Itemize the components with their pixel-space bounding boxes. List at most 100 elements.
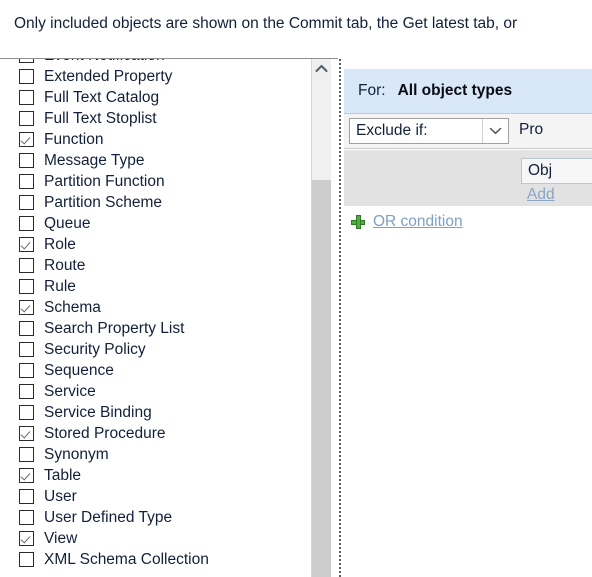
list-item-label: Synonym (44, 445, 109, 463)
list-item-label: Service Binding (44, 403, 152, 421)
checkbox-unchecked[interactable] (19, 279, 34, 294)
list-item[interactable]: Search Property List (0, 318, 310, 339)
checkbox-unchecked[interactable] (19, 216, 34, 231)
object-field[interactable]: Obj (521, 158, 592, 184)
list-item-label: Schema (44, 298, 101, 316)
list-item-label: Search Property List (44, 319, 185, 337)
list-item[interactable]: Route (0, 255, 310, 276)
chevron-down-icon (489, 127, 502, 135)
checkbox-checked[interactable] (19, 468, 34, 483)
chevron-up-icon (315, 64, 328, 73)
checkbox-unchecked[interactable] (19, 258, 34, 273)
list-item[interactable]: Partition Scheme (0, 192, 310, 213)
info-banner: Only included objects are shown on the C… (0, 0, 592, 56)
list-item[interactable]: User Defined Type (0, 507, 310, 528)
scroll-up-button[interactable] (312, 59, 331, 78)
list-item[interactable]: Event Notification (0, 59, 310, 66)
object-field-value: Obj (528, 162, 553, 179)
list-item-label: Rule (44, 277, 76, 295)
checkbox-unchecked[interactable] (19, 195, 34, 210)
object-type-list-panel: Event NotificationExtended Property Full … (0, 59, 338, 577)
object-type-list-viewport: Event NotificationExtended Property Full … (0, 59, 310, 577)
exclude-if-value: Exclude if: (356, 122, 428, 139)
checkbox-checked[interactable] (19, 300, 34, 315)
list-item-label: Partition Scheme (44, 193, 163, 211)
filter-for-label: For: (358, 82, 386, 99)
list-item[interactable]: Synonym (0, 444, 310, 465)
checkbox-checked[interactable] (19, 132, 34, 147)
checkbox-unchecked[interactable] (19, 489, 34, 504)
list-item[interactable]: Rule (0, 276, 310, 297)
info-banner-text: Only included objects are shown on the C… (14, 15, 518, 32)
checkbox-unchecked[interactable] (19, 174, 34, 189)
checkbox-unchecked[interactable] (19, 405, 34, 420)
filter-for-header: For: All object types (344, 69, 592, 113)
checkbox-unchecked[interactable] (19, 59, 34, 63)
checkbox-unchecked[interactable] (19, 447, 34, 462)
checkbox-checked[interactable] (19, 531, 34, 546)
plus-icon (351, 215, 365, 229)
list-item[interactable]: User (0, 486, 310, 507)
list-item-label: User (44, 487, 77, 505)
filter-toolbar: Exclude if: Pro (344, 113, 592, 149)
list-item-label: Full Text Stoplist (44, 109, 157, 127)
list-item[interactable]: Schema (0, 297, 310, 318)
list-item-label: Extended Property (44, 67, 173, 85)
list-item-label: Queue (44, 214, 91, 232)
checkbox-unchecked[interactable] (19, 363, 34, 378)
list-item-label: Security Policy (44, 340, 146, 358)
list-item-label: Route (44, 256, 86, 274)
checkbox-unchecked[interactable] (19, 342, 34, 357)
list-item[interactable]: Full Text Catalog (0, 87, 310, 108)
list-item[interactable]: Function (0, 129, 310, 150)
list-item[interactable]: Sequence (0, 360, 310, 381)
list-item[interactable]: Message Type (0, 150, 310, 171)
list-item[interactable]: XML Schema Collection (0, 549, 310, 570)
checkbox-checked[interactable] (19, 237, 34, 252)
list-item-label: Service (44, 382, 96, 400)
list-item[interactable]: View (0, 528, 310, 549)
checkbox-unchecked[interactable] (19, 69, 34, 84)
list-item-label: Role (44, 235, 76, 253)
or-condition-link[interactable]: OR condition (373, 212, 463, 232)
object-list-scrollbar[interactable] (311, 59, 331, 577)
panel-splitter[interactable] (337, 59, 343, 577)
object-type-list: Event NotificationExtended Property Full … (0, 59, 310, 570)
filter-for-value: All object types (397, 82, 513, 99)
list-item[interactable]: Queue (0, 213, 310, 234)
checkbox-unchecked[interactable] (19, 321, 34, 336)
list-item[interactable]: Full Text Stoplist (0, 108, 310, 129)
exclude-if-dropdown[interactable]: Exclude if: (349, 118, 509, 144)
property-column-header: Pro (519, 121, 544, 138)
list-item-label: Partition Function (44, 172, 165, 190)
list-item-label: Message Type (44, 151, 145, 169)
add-link[interactable]: Add (527, 185, 555, 205)
checkbox-unchecked[interactable] (19, 111, 34, 126)
list-item[interactable]: Role (0, 234, 310, 255)
checkbox-unchecked[interactable] (19, 384, 34, 399)
list-item-label: XML Schema Collection (44, 550, 209, 568)
checkbox-unchecked[interactable] (19, 90, 34, 105)
list-item-label: Sequence (44, 361, 114, 379)
checkbox-unchecked[interactable] (19, 510, 34, 525)
checkbox-unchecked[interactable] (19, 153, 34, 168)
list-item-label: Function (44, 130, 104, 148)
scrollbar-thumb[interactable] (312, 180, 331, 577)
or-condition-row[interactable]: OR condition (344, 209, 592, 235)
checkbox-unchecked[interactable] (19, 552, 34, 567)
list-item[interactable]: Extended Property (0, 66, 310, 87)
list-item[interactable]: Partition Function (0, 171, 310, 192)
filter-panel: For: All object types Exclude if: Pro Ob… (344, 59, 592, 577)
exclude-if-dropdown-arrow[interactable] (482, 119, 508, 143)
list-item[interactable]: Table (0, 465, 310, 486)
condition-row: Obj Add (344, 150, 592, 206)
list-item-label: Event Notification (44, 59, 165, 66)
list-item-label: Full Text Catalog (44, 88, 160, 106)
list-item-label: Table (44, 466, 82, 484)
list-item[interactable]: Stored Procedure (0, 423, 310, 444)
checkbox-checked[interactable] (19, 426, 34, 441)
list-item-label: View (44, 529, 78, 547)
list-item[interactable]: Security Policy (0, 339, 310, 360)
list-item[interactable]: Service (0, 381, 310, 402)
list-item[interactable]: Service Binding (0, 402, 310, 423)
